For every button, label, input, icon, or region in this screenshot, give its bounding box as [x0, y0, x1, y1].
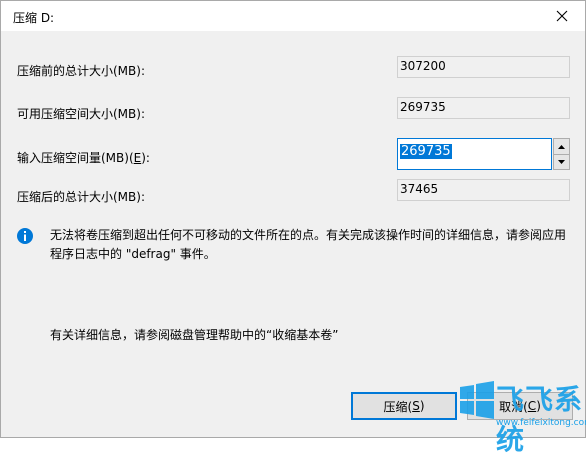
spin-up-icon	[558, 144, 565, 149]
shrink-amount-stepper[interactable]: 269735	[397, 138, 570, 170]
shrink-amount-selected-text: 269735	[400, 144, 452, 159]
shrink-dialog: 压缩 D: 压缩前的总计大小(MB): 307200 可用压缩空间大小(MB):…	[0, 0, 586, 438]
help-note: 有关详细信息，请参阅磁盘管理帮助中的“收缩基本卷”	[50, 328, 339, 342]
total-after-label: 压缩后的总计大小(MB):	[17, 190, 145, 204]
spin-down-button[interactable]	[554, 154, 569, 169]
watermark-url: www.feifeixitong.com	[496, 418, 586, 428]
close-button[interactable]	[539, 1, 585, 31]
info-icon	[17, 228, 33, 244]
close-icon	[556, 10, 568, 22]
info-message: 无法将卷压缩到超出任何不可移动的文件所在的点。有关完成该操作时间的详细信息，请参…	[50, 228, 567, 261]
spin-up-button[interactable]	[554, 139, 569, 155]
title-bar: 压缩 D:	[1, 1, 585, 31]
total-before-value: 307200	[397, 56, 570, 78]
shrink-button[interactable]: 压缩(S)	[351, 392, 457, 420]
shrink-amount-input[interactable]: 269735	[397, 138, 552, 170]
spin-buttons	[553, 138, 570, 170]
window-title: 压缩 D:	[13, 11, 55, 25]
spin-down-icon	[558, 159, 565, 164]
total-after-value: 37465	[397, 179, 570, 201]
shrink-accesskey: S	[412, 399, 420, 413]
total-before-label: 压缩前的总计大小(MB):	[17, 64, 145, 78]
available-space-label: 可用压缩空间大小(MB):	[17, 107, 145, 121]
available-space-value: 269735	[397, 97, 570, 119]
shrink-amount-label: 输入压缩空间量(MB)(E):	[17, 151, 150, 165]
